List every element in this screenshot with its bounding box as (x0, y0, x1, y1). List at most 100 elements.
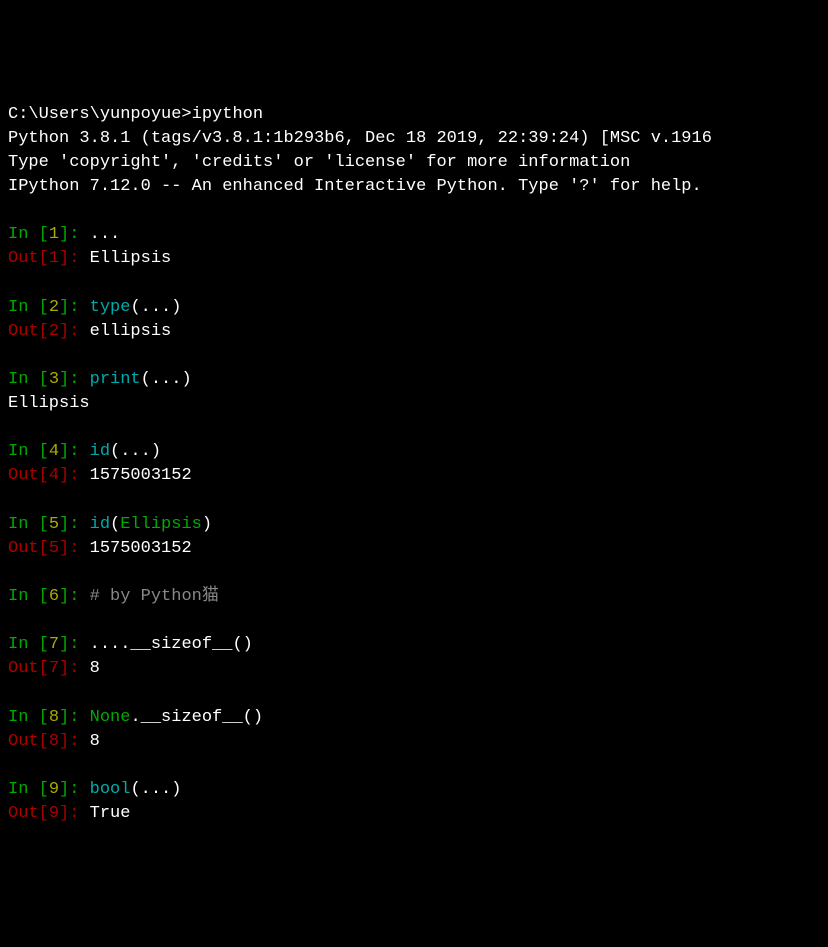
in-line: In [2]: type(...) (8, 296, 820, 320)
out-bracket-left: [ (39, 539, 49, 558)
out-line: Out[4]: 1575003152 (8, 464, 820, 488)
in-colon: : (69, 442, 89, 461)
out-prefix: Out (8, 322, 39, 341)
out-prefix: Out (8, 539, 39, 558)
out-colon: : (69, 322, 89, 341)
in-colon: : (69, 708, 89, 727)
in-line: In [4]: id(...) (8, 440, 820, 464)
in-bracket-right: ] (59, 587, 69, 606)
in-colon: : (69, 515, 89, 534)
in-prefix: In (8, 225, 39, 244)
blank-line (8, 682, 820, 706)
banner-text: Python 3.8.1 (tags/v3.8.1:1b293b6, Dec 1… (8, 129, 712, 148)
out-colon: : (69, 466, 89, 485)
in-bracket-right: ] (59, 298, 69, 317)
in-number: 8 (49, 708, 59, 727)
blank-line (8, 271, 820, 295)
in-line: In [9]: bool(...) (8, 778, 820, 802)
in-bracket-right: ] (59, 780, 69, 799)
in-prefix: In (8, 635, 39, 654)
in-prefix: In (8, 708, 39, 727)
in-comment: # by Python猫 (90, 587, 219, 606)
out-value: ellipsis (90, 322, 172, 341)
in-colon: : (69, 298, 89, 317)
in-special: Ellipsis (120, 515, 202, 534)
in-bracket-right: ] (59, 515, 69, 534)
in-number: 1 (49, 225, 59, 244)
out-line: Out[5]: 1575003152 (8, 537, 820, 561)
out-number: 5 (49, 539, 59, 558)
stdout-line: Ellipsis (8, 392, 820, 416)
out-bracket-left: [ (39, 732, 49, 751)
out-prefix: Out (8, 659, 39, 678)
in-prefix: In (8, 515, 39, 534)
in-bracket-left: [ (39, 370, 49, 389)
in-args-pre: ( (110, 515, 120, 534)
in-prefix: In (8, 370, 39, 389)
out-bracket-left: [ (39, 466, 49, 485)
out-colon: : (69, 249, 89, 268)
shell-prompt-line: C:\Users\yunpoyue>ipython (8, 103, 820, 127)
in-colon: : (69, 780, 89, 799)
out-bracket-left: [ (39, 322, 49, 341)
out-line: Out[7]: 8 (8, 657, 820, 681)
out-bracket-right: ] (59, 249, 69, 268)
out-value: True (90, 804, 131, 823)
in-line: In [1]: ... (8, 223, 820, 247)
in-bracket-left: [ (39, 587, 49, 606)
in-number: 4 (49, 442, 59, 461)
banner-line: IPython 7.12.0 -- An enhanced Interactiv… (8, 175, 820, 199)
out-line: Out[8]: 8 (8, 730, 820, 754)
out-bracket-right: ] (59, 732, 69, 751)
banner-text: IPython 7.12.0 -- An enhanced Interactiv… (8, 177, 702, 196)
in-args: ... (90, 225, 121, 244)
in-func: id (90, 442, 110, 461)
out-colon: : (69, 539, 89, 558)
in-number: 5 (49, 515, 59, 534)
in-colon: : (69, 587, 89, 606)
in-prefix: In (8, 587, 39, 606)
in-colon: : (69, 635, 89, 654)
out-value: 8 (90, 659, 100, 678)
in-number: 6 (49, 587, 59, 606)
out-prefix: Out (8, 804, 39, 823)
in-colon: : (69, 225, 89, 244)
in-line: In [8]: None.__sizeof__() (8, 706, 820, 730)
blank-line (8, 199, 820, 223)
out-number: 4 (49, 466, 59, 485)
banner-text: Type 'copyright', 'credits' or 'license'… (8, 153, 630, 172)
in-func: id (90, 515, 110, 534)
out-prefix: Out (8, 466, 39, 485)
in-special: None (90, 708, 131, 727)
out-number: 8 (49, 732, 59, 751)
in-args-post: .__sizeof__() (130, 708, 263, 727)
out-number: 7 (49, 659, 59, 678)
in-prefix: In (8, 780, 39, 799)
out-prefix: Out (8, 249, 39, 268)
out-prefix: Out (8, 732, 39, 751)
out-bracket-right: ] (59, 322, 69, 341)
out-colon: : (69, 732, 89, 751)
out-bracket-right: ] (59, 804, 69, 823)
in-bracket-left: [ (39, 780, 49, 799)
in-args: (...) (110, 442, 161, 461)
terminal-output[interactable]: C:\Users\yunpoyue>ipython Python 3.8.1 (t… (8, 103, 820, 827)
out-number: 9 (49, 804, 59, 823)
out-bracket-right: ] (59, 539, 69, 558)
out-bracket-left: [ (39, 804, 49, 823)
shell-command: ipython (192, 105, 263, 124)
in-number: 7 (49, 635, 59, 654)
out-colon: : (69, 804, 89, 823)
in-line: In [5]: id(Ellipsis) (8, 513, 820, 537)
out-bracket-right: ] (59, 466, 69, 485)
banner-line: Python 3.8.1 (tags/v3.8.1:1b293b6, Dec 1… (8, 127, 820, 151)
blank-line (8, 489, 820, 513)
out-bracket-left: [ (39, 249, 49, 268)
out-line: Out[2]: ellipsis (8, 320, 820, 344)
blank-line (8, 344, 820, 368)
out-value: 8 (90, 732, 100, 751)
in-bracket-right: ] (59, 708, 69, 727)
out-line: Out[9]: True (8, 802, 820, 826)
out-bracket-left: [ (39, 659, 49, 678)
in-bracket-left: [ (39, 635, 49, 654)
